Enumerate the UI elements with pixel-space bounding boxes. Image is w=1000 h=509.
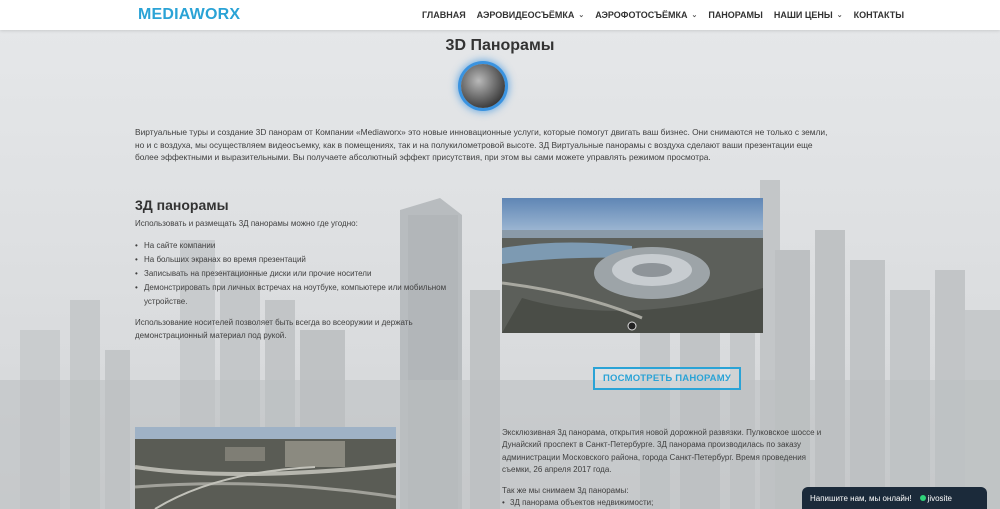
road-junction-image[interactable] (135, 427, 396, 509)
nav-item-label: АЭРОФОТОСЪЁМКА (595, 10, 688, 20)
nav-item-label: НАШИ ЦЕНЫ (773, 10, 833, 20)
services-subtitle: Так же мы снимаем 3д панорамы: (502, 486, 629, 495)
nav-item-prices[interactable]: НАШИ ЦЕНЫ ⌄ (774, 10, 843, 20)
nav-item-label: ПАНОРАМЫ (708, 10, 763, 20)
site-header: MEDIAWORX ГЛАВНАЯ АЭРОВИДЕОСЪЁМКА ⌄ АЭРО… (0, 0, 1000, 30)
chevron-down-icon: ⌄ (691, 12, 698, 19)
nav-item-aerophoto[interactable]: АЭРОФОТОСЪЁМКА ⌄ (595, 10, 697, 20)
site-logo[interactable]: MEDIAWORX (138, 6, 240, 24)
list-item: Записывать на презентационные диски или … (135, 267, 465, 281)
stadium-panorama-image[interactable] (502, 198, 763, 333)
usage-note: Использование носителей позволяет быть в… (135, 318, 413, 340)
chat-label: Напишите нам, мы онлайн! (810, 493, 912, 503)
online-status-icon (919, 495, 926, 501)
panorama-description: Эксклюзивная 3д панорама, открытия новой… (502, 428, 822, 475)
list-item: 3Д панорама объектов недвижимости; (502, 498, 653, 507)
nav-item-label: КОНТАКТЫ (853, 10, 905, 20)
usage-list: На сайте компании На больших экранах во … (135, 239, 465, 309)
section-title: 3Д панорамы (135, 197, 229, 213)
panorama-globe-icon (461, 64, 505, 108)
nav-item-label: ГЛАВНАЯ (422, 10, 466, 20)
list-item: На сайте компании (135, 239, 465, 253)
chevron-down-icon: ⌄ (578, 12, 585, 19)
chevron-down-icon: ⌄ (836, 12, 843, 19)
main-nav: ГЛАВНАЯ АЭРОВИДЕОСЪЁМКА ⌄ АЭРОФОТОСЪЁМКА… (422, 0, 915, 30)
nav-item-aerovideo[interactable]: АЭРОВИДЕОСЪЁМКА ⌄ (477, 10, 585, 20)
main-content: 3D Панорамы Виртуальные туры и создание … (0, 30, 1000, 509)
chat-brand: jivosite (919, 493, 952, 503)
intro-paragraph: Виртуальные туры и создание 3D панорам о… (135, 127, 828, 163)
view-panorama-button[interactable]: ПОСМОТРЕТЬ ПАНОРАМУ (593, 367, 741, 390)
chat-brand-label: jivosite (927, 493, 952, 503)
nav-item-home[interactable]: ГЛАВНАЯ (422, 10, 466, 20)
nav-item-panoramas[interactable]: ПАНОРАМЫ (708, 10, 763, 20)
list-item: Демонстрировать при личных встречах на н… (135, 281, 465, 309)
nav-item-label: АЭРОВИДЕОСЪЁМКА (476, 10, 575, 20)
chat-widget-button[interactable]: Напишите нам, мы онлайн! jivosite (802, 487, 987, 509)
section-subtitle: Использовать и размещать 3Д панорамы мож… (135, 219, 358, 228)
list-item: На больших экранах во время презентаций (135, 253, 465, 267)
services-list: 3Д панорама объектов недвижимости; (502, 498, 653, 507)
page-title: 3D Панорамы (445, 37, 555, 54)
nav-item-contacts[interactable]: КОНТАКТЫ (854, 10, 904, 20)
